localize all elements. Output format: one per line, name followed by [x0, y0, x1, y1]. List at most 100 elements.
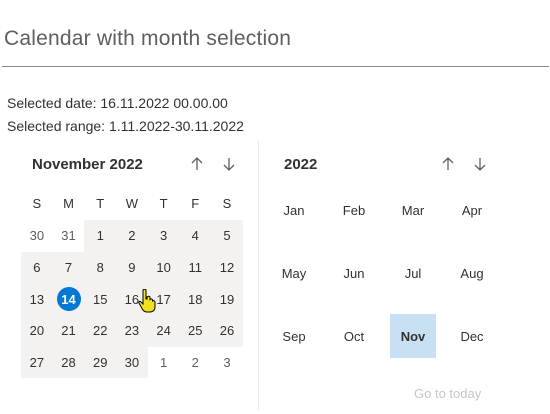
- weekday-label: T: [96, 196, 105, 212]
- day-number: 8: [96, 260, 104, 276]
- weekday-label: S: [32, 196, 42, 212]
- day-cell[interactable]: 4: [179, 220, 212, 252]
- day-number: 6: [33, 260, 41, 276]
- weekday-label: S: [222, 196, 232, 212]
- day-number: 26: [219, 323, 235, 339]
- day-number: 31: [61, 228, 76, 244]
- day-cell[interactable]: 31: [53, 220, 85, 252]
- day-cell[interactable]: 30: [21, 220, 53, 252]
- weekday-label: F: [191, 196, 200, 212]
- day-cell[interactable]: 2: [179, 347, 211, 379]
- month-cell-dec[interactable]: Dec: [449, 314, 495, 358]
- day-number: 4: [191, 228, 199, 244]
- day-cell[interactable]: 12: [211, 251, 243, 284]
- day-number: 10: [156, 260, 171, 276]
- weekday-label: M: [63, 196, 74, 212]
- day-number: 30: [124, 355, 140, 371]
- day-number: 24: [156, 323, 171, 339]
- previous-month-button[interactable]: [186, 153, 208, 175]
- day-cell[interactable]: 30: [116, 346, 148, 379]
- month-cell-may[interactable]: May: [271, 251, 317, 295]
- day-cell-today[interactable]: 14: [52, 283, 85, 316]
- day-cell[interactable]: 29: [84, 346, 117, 379]
- day-number: 22: [92, 323, 108, 339]
- day-number: 7: [64, 260, 73, 276]
- day-cell[interactable]: 5: [211, 220, 243, 252]
- month-cell-aug[interactable]: Aug: [449, 251, 495, 295]
- day-number: 23: [124, 323, 140, 339]
- week-row: 27 28 29 30 1 2 3: [21, 346, 243, 379]
- day-number: 2: [191, 355, 199, 371]
- day-cell[interactable]: 22: [84, 315, 117, 347]
- day-number: 15: [92, 291, 108, 307]
- day-number: 9: [128, 260, 136, 276]
- go-to-today-link[interactable]: Go to today: [414, 386, 481, 401]
- day-number: 29: [92, 355, 108, 371]
- month-cell-apr[interactable]: Apr: [449, 188, 495, 232]
- selected-date-text: Selected date: 16.11.2022 00.00.00: [7, 95, 228, 111]
- year-header[interactable]: 2022: [284, 156, 317, 173]
- day-number: 14: [56, 287, 81, 312]
- month-cell-oct[interactable]: Oct: [331, 314, 377, 358]
- weekday-header-row: SMTWTFS: [21, 188, 243, 220]
- month-cell-mar[interactable]: Mar: [390, 188, 436, 232]
- day-number: 21: [61, 323, 76, 339]
- day-cell[interactable]: 26: [211, 315, 243, 347]
- week-row: 13 14 15 16 17 18 19: [21, 283, 243, 316]
- day-number: 3: [223, 355, 231, 371]
- month-cell-jan[interactable]: Jan: [271, 188, 317, 232]
- hand-pointer-icon: [138, 289, 156, 313]
- day-cell[interactable]: 10: [147, 251, 180, 284]
- day-cell[interactable]: 2: [116, 220, 148, 252]
- day-cell[interactable]: 7: [52, 251, 85, 284]
- day-number: 16: [124, 291, 140, 307]
- day-cell[interactable]: 21: [52, 315, 85, 347]
- previous-year-button[interactable]: [437, 153, 459, 175]
- month-cell-feb[interactable]: Feb: [331, 188, 377, 232]
- day-cell[interactable]: 23: [116, 315, 148, 347]
- day-cell[interactable]: 13: [21, 283, 53, 316]
- day-number: 17: [156, 291, 171, 307]
- day-cell[interactable]: 11: [179, 251, 212, 284]
- day-number: 3: [159, 228, 168, 244]
- arrow-up-icon: [442, 157, 454, 170]
- week-row: 30 31 1 2 3 4 5: [21, 220, 243, 252]
- weekday-label: T: [159, 196, 168, 212]
- day-cell[interactable]: 15: [84, 283, 117, 316]
- day-cell[interactable]: 25: [179, 315, 212, 347]
- next-month-button[interactable]: [218, 153, 240, 175]
- day-cell[interactable]: 18: [179, 283, 212, 316]
- day-cell[interactable]: 8: [84, 251, 117, 284]
- page-title: Calendar with month selection: [4, 27, 292, 50]
- month-cell-jul[interactable]: Jul: [390, 251, 436, 295]
- day-number: 2: [128, 228, 136, 244]
- day-number: 1: [96, 228, 104, 244]
- month-cell-nov[interactable]: Nov: [390, 314, 436, 358]
- day-number: 11: [188, 260, 203, 276]
- day-cell[interactable]: 3: [147, 220, 180, 252]
- day-cell[interactable]: 27: [21, 346, 53, 379]
- day-cell[interactable]: 3: [211, 347, 243, 379]
- month-cell-jun[interactable]: Jun: [331, 251, 377, 295]
- arrow-up-icon: [191, 157, 203, 170]
- day-cell[interactable]: 24: [147, 315, 180, 347]
- selected-range-text: Selected range: 1.11.2022-30.11.2022: [7, 118, 244, 134]
- month-cell-sep[interactable]: Sep: [271, 314, 317, 358]
- next-year-button[interactable]: [469, 153, 491, 175]
- day-cell[interactable]: 20: [21, 315, 53, 347]
- day-cell[interactable]: 6: [21, 251, 53, 284]
- arrow-down-icon: [474, 158, 486, 171]
- day-number: 20: [29, 323, 45, 339]
- month-year-header[interactable]: November 2022: [32, 156, 143, 173]
- day-cell[interactable]: 9: [116, 251, 148, 284]
- day-cell[interactable]: 1: [84, 220, 117, 252]
- title-divider: [2, 66, 549, 67]
- day-number: 18: [188, 291, 203, 307]
- week-row: 20 21 22 23 24 25 26: [21, 315, 243, 347]
- day-cell[interactable]: 19: [211, 283, 243, 316]
- day-number: 27: [29, 355, 45, 371]
- day-cell[interactable]: 28: [52, 346, 85, 379]
- day-cell[interactable]: 1: [148, 347, 180, 379]
- weekday-label: W: [125, 196, 139, 212]
- day-number: 12: [219, 260, 235, 276]
